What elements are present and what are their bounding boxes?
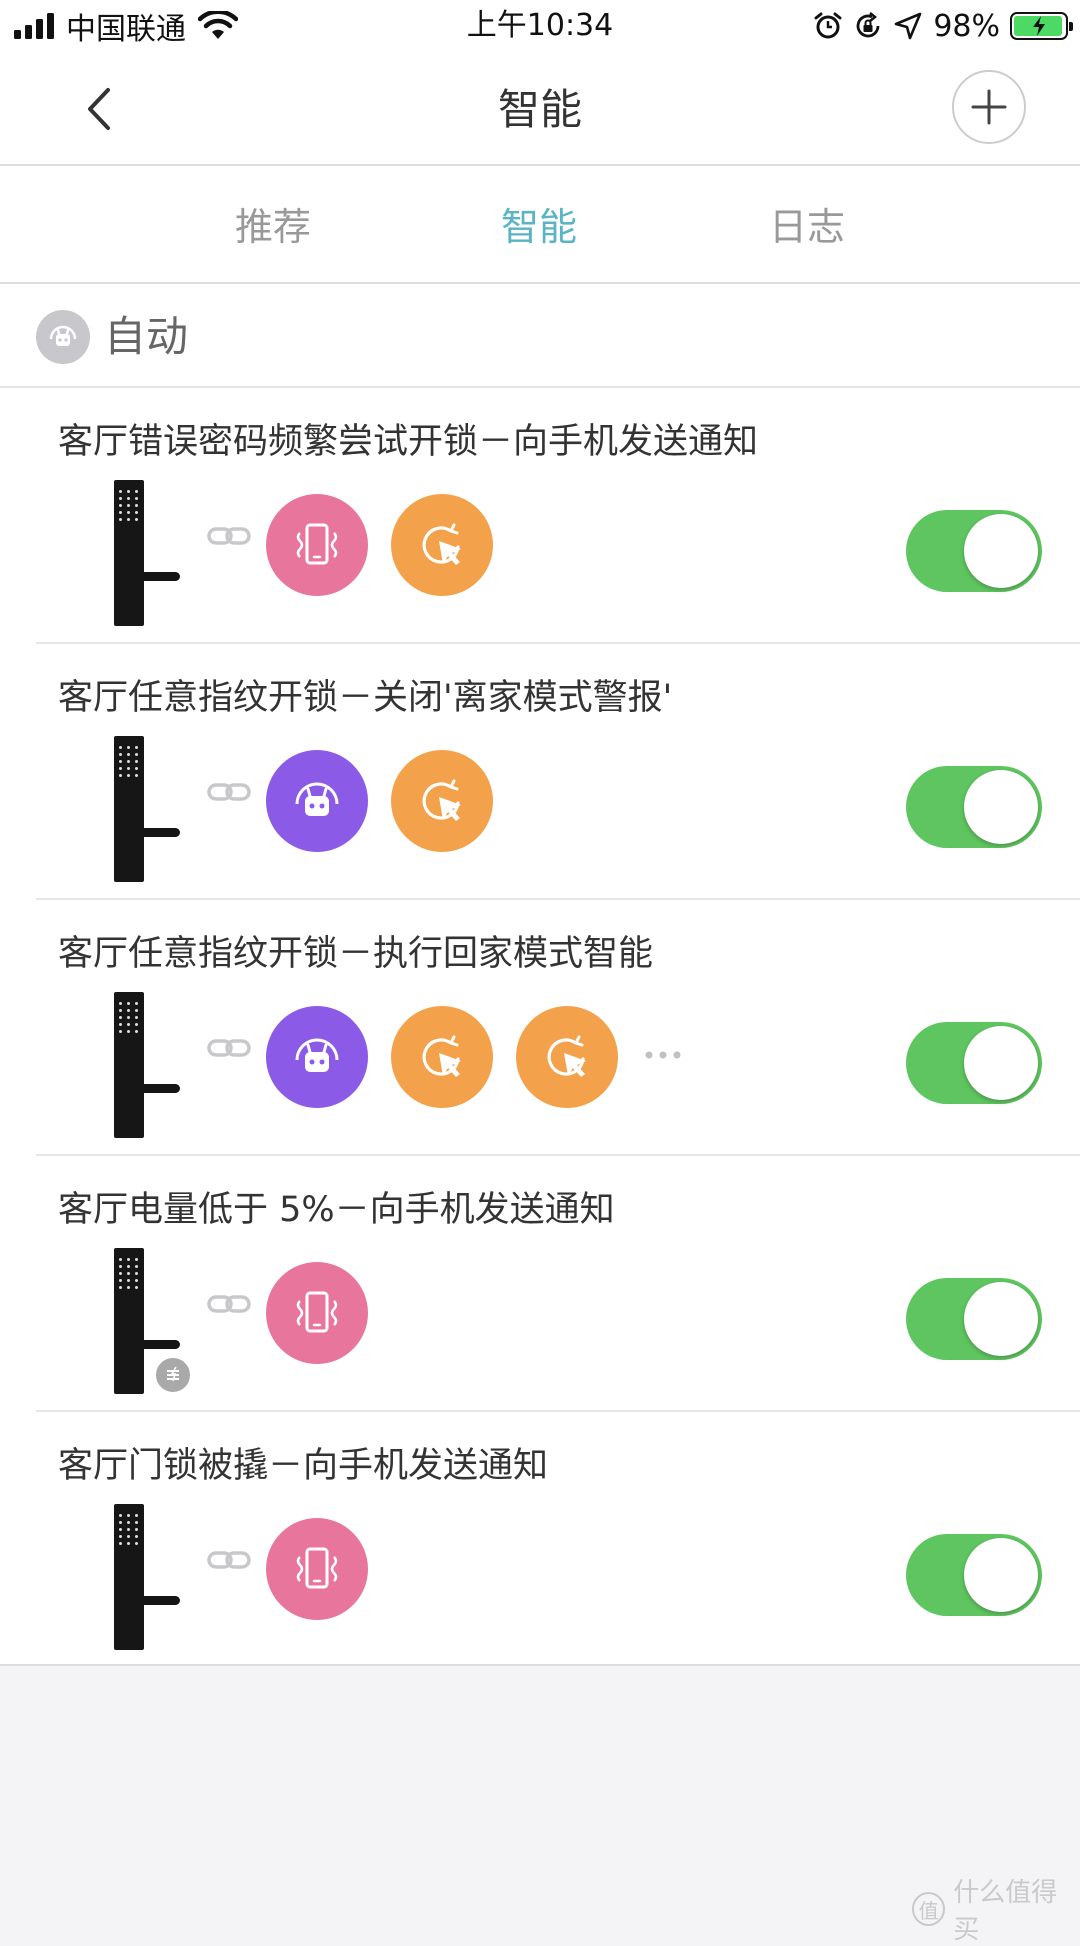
section-label: 自动 [104,312,189,361]
add-button[interactable] [952,70,1026,144]
tab-bar: 推荐 智能 日志 [0,166,1080,284]
door-lock-image [114,992,188,1140]
link-icon [207,1295,251,1313]
location-icon [895,12,922,40]
robot-icon [266,1006,368,1108]
battery-percent: 98% [933,8,1000,44]
rule-title: 客厅电量低于 5%－向手机发送通知 [58,1190,615,1230]
tab-smart[interactable]: 智能 [501,202,577,252]
rule-item[interactable]: 客厅任意指纹开锁－关闭'离家模式警报' [36,644,1080,900]
cursor-click-icon [391,1006,493,1108]
watermark-text: 什么值得买 [953,1878,1058,1945]
low-battery-icon [154,1356,192,1394]
door-lock-image [114,1248,192,1396]
phone-vibrate-icon [266,1518,368,1620]
link-icon [207,1039,251,1057]
rule-title: 客厅错误密码频繁尝试开锁－向手机发送通知 [58,422,759,462]
plus-icon [971,89,1007,125]
rule-item[interactable]: 客厅任意指纹开锁－执行回家模式智能 [36,900,1080,1156]
rule-list: 客厅错误密码频繁尝试开锁－向手机发送通知 客厅任意指纹开锁－关闭'离家模式警报' 客… [0,388,1080,1666]
rule-item[interactable]: 客厅电量低于 5%－向手机发送通知 [36,1156,1080,1412]
rule-toggle[interactable] [906,1022,1042,1104]
watermark-badge: 值 [912,1892,946,1926]
alarm-icon [814,12,842,39]
cursor-click-icon [391,750,493,852]
rule-toggle[interactable] [906,510,1042,592]
section-header-auto: 自动 [0,284,1080,388]
cursor-click-icon [516,1006,618,1108]
door-lock-image [114,1504,188,1652]
link-icon [207,783,251,801]
link-icon [207,1551,251,1569]
rule-item[interactable]: 客厅门锁被撬－向手机发送通知 [36,1412,1080,1668]
door-lock-image [114,736,188,884]
more-icon [645,1051,681,1059]
phone-vibrate-icon [266,494,368,596]
link-icon [207,527,251,545]
door-lock-image [114,480,188,628]
rule-item[interactable]: 客厅错误密码频繁尝试开锁－向手机发送通知 [36,388,1080,644]
tab-log[interactable]: 日志 [769,202,845,252]
rule-title: 客厅门锁被撬－向手机发送通知 [58,1446,549,1486]
tab-recommend[interactable]: 推荐 [235,202,311,252]
page-title: 智能 [497,85,582,134]
nav-bar: 智能 [0,52,1080,166]
rule-toggle[interactable] [906,1278,1042,1360]
rule-title: 客厅任意指纹开锁－关闭'离家模式警报' [58,678,673,718]
battery-charging-icon [1010,12,1073,40]
rotation-lock-icon [856,12,880,38]
status-bar: 中国联通 上午10:34 98% [0,0,1080,52]
watermark: 值 什么值得买 [912,1872,1080,1946]
rule-title: 客厅任意指纹开锁－执行回家模式智能 [58,934,654,974]
robot-icon [266,750,368,852]
cursor-click-icon [391,494,493,596]
rule-toggle[interactable] [906,766,1042,848]
rule-toggle[interactable] [906,1534,1042,1616]
phone-vibrate-icon [266,1262,368,1364]
robot-icon [36,310,90,364]
